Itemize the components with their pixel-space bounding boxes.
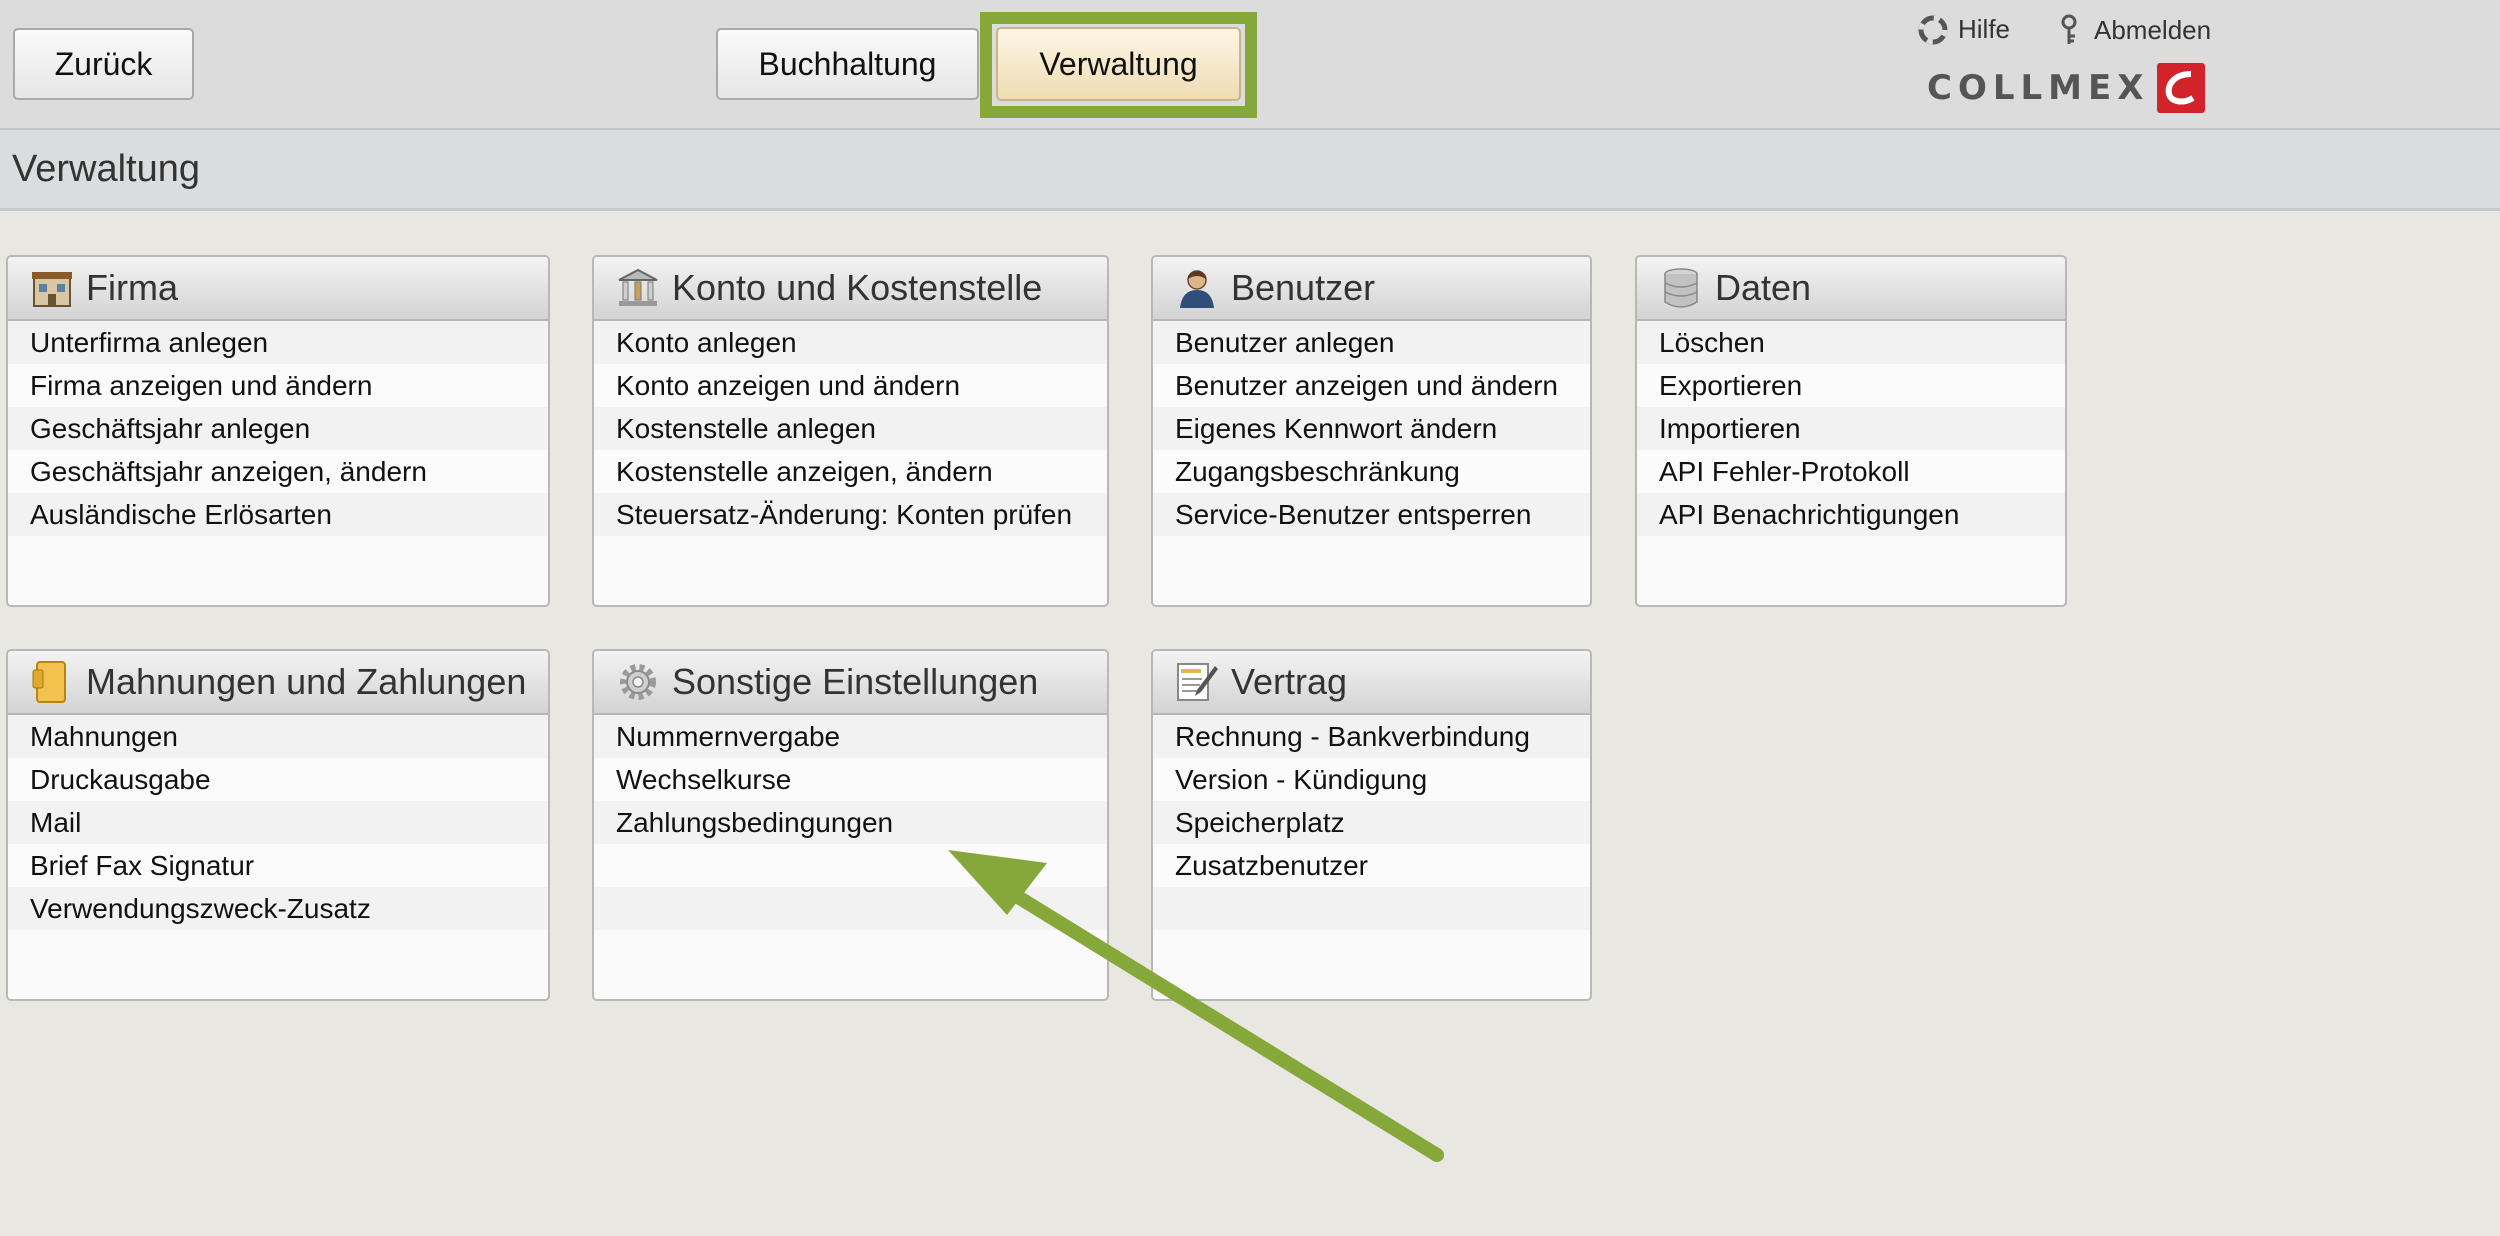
menu-item-mahnungen[interactable]: Mahnungen <box>8 715 548 758</box>
menu-item-kennwort-aendern[interactable]: Eigenes Kennwort ändern <box>1153 407 1590 450</box>
menu-item-loeschen[interactable]: Löschen <box>1637 321 2065 364</box>
menu-item-geschaeftsjahr-anlegen[interactable]: Geschäftsjahr anlegen <box>8 407 548 450</box>
menu-item-empty <box>1153 887 1590 930</box>
menu-item-brief-fax-signatur[interactable]: Brief Fax Signatur <box>8 844 548 887</box>
menu-item-api-benachrichtigungen[interactable]: API Benachrichtigungen <box>1637 493 2065 536</box>
menu-item-konto-anzeigen[interactable]: Konto anzeigen und ändern <box>594 364 1107 407</box>
panel-header: Daten <box>1637 257 2065 321</box>
help-link[interactable]: Hilfe <box>1918 14 2010 45</box>
menu-item-speicherplatz[interactable]: Speicherplatz <box>1153 801 1590 844</box>
menu-item-firma-anzeigen[interactable]: Firma anzeigen und ändern <box>8 364 548 407</box>
menu-item-zusatzbenutzer[interactable]: Zusatzbenutzer <box>1153 844 1590 887</box>
panel-mahnungen-zahlungen: Mahnungen und Zahlungen Mahnungen Drucka… <box>6 649 550 1001</box>
panel-konto-kostenstelle: Konto und Kostenstelle Konto anlegen Kon… <box>592 255 1109 607</box>
panel-menu: Löschen Exportieren Importieren API Fehl… <box>1637 321 2065 536</box>
panel-header: Sonstige Einstellungen <box>594 651 1107 715</box>
page-title: Verwaltung <box>12 148 201 190</box>
menu-item-mail[interactable]: Mail <box>8 801 548 844</box>
menu-item-service-benutzer[interactable]: Service-Benutzer entsperren <box>1153 493 1590 536</box>
menu-item-importieren[interactable]: Importieren <box>1637 407 2065 450</box>
menu-item-wechselkurse[interactable]: Wechselkurse <box>594 758 1107 801</box>
panel-firma: Firma Unterfirma anlegen Firma anzeigen … <box>6 255 550 607</box>
key-icon <box>2061 14 2077 44</box>
folder-icon <box>30 660 74 704</box>
panel-daten: Daten Löschen Exportieren Importieren AP… <box>1635 255 2067 607</box>
panel-header: Konto und Kostenstelle <box>594 257 1107 321</box>
tab-verwaltung[interactable]: Verwaltung <box>996 27 1241 101</box>
panel-menu: Konto anlegen Konto anzeigen und ändern … <box>594 321 1107 536</box>
panel-benutzer: Benutzer Benutzer anlegen Benutzer anzei… <box>1151 255 1592 607</box>
panel-vertrag: Vertrag Rechnung - Bankverbindung Versio… <box>1151 649 1592 1001</box>
panel-title: Konto und Kostenstelle <box>672 267 1043 308</box>
panel-title: Firma <box>86 267 178 308</box>
panel-title: Sonstige Einstellungen <box>672 661 1039 702</box>
panel-header: Benutzer <box>1153 257 1590 321</box>
tab-buchhaltung[interactable]: Buchhaltung <box>716 28 979 100</box>
menu-item-auslaendische-erloesarten[interactable]: Ausländische Erlösarten <box>8 493 548 536</box>
building-icon <box>30 266 74 310</box>
panel-menu: Benutzer anlegen Benutzer anzeigen und ä… <box>1153 321 1590 536</box>
top-toolbar: Zurück Buchhaltung Verwaltung Hilfe Abme… <box>0 0 2500 130</box>
menu-item-empty <box>594 844 1107 887</box>
panel-menu: Mahnungen Druckausgabe Mail Brief Fax Si… <box>8 715 548 930</box>
panel-header: Firma <box>8 257 548 321</box>
menu-item-kostenstelle-anzeigen[interactable]: Kostenstelle anzeigen, ändern <box>594 450 1107 493</box>
menu-item-druckausgabe[interactable]: Druckausgabe <box>8 758 548 801</box>
panel-sonstige-einstellungen: Sonstige Einstellungen Nummernvergabe We… <box>592 649 1109 1001</box>
panel-menu: Nummernvergabe Wechselkurse Zahlungsbedi… <box>594 715 1107 930</box>
menu-item-api-fehler-protokoll[interactable]: API Fehler-Protokoll <box>1637 450 2065 493</box>
menu-item-steuersatz-aenderung[interactable]: Steuersatz-Änderung: Konten prüfen <box>594 493 1107 536</box>
help-label: Hilfe <box>1958 14 2011 44</box>
collmex-logo: COLLMEX <box>1927 62 2206 114</box>
menu-item-zugangsbeschraenkung[interactable]: Zugangsbeschränkung <box>1153 450 1590 493</box>
logout-link[interactable]: Abmelden <box>2060 14 2211 46</box>
menu-item-benutzer-anzeigen[interactable]: Benutzer anzeigen und ändern <box>1153 364 1590 407</box>
panel-header: Vertrag <box>1153 651 1590 715</box>
menu-item-exportieren[interactable]: Exportieren <box>1637 364 2065 407</box>
menu-item-unterfirma-anlegen[interactable]: Unterfirma anlegen <box>8 321 548 364</box>
panel-title: Benutzer <box>1231 267 1376 308</box>
logo-text: COLLMEX <box>1927 68 2150 108</box>
menu-item-kostenstelle-anlegen[interactable]: Kostenstelle anlegen <box>594 407 1107 450</box>
menu-item-zahlungsbedingungen[interactable]: Zahlungsbedingungen <box>594 801 1107 844</box>
logo-mark-icon <box>2157 63 2206 113</box>
menu-item-verwendungszweck-zusatz[interactable]: Verwendungszweck-Zusatz <box>8 887 548 930</box>
user-icon <box>1175 266 1219 310</box>
panel-menu: Unterfirma anlegen Firma anzeigen und än… <box>8 321 548 536</box>
menu-item-empty <box>594 887 1107 930</box>
lifebuoy-icon <box>1918 15 1948 44</box>
menu-item-version-kuendigung[interactable]: Version - Kündigung <box>1153 758 1590 801</box>
database-icon <box>1659 266 1703 310</box>
menu-item-konto-anlegen[interactable]: Konto anlegen <box>594 321 1107 364</box>
page-header: Verwaltung <box>0 130 2500 211</box>
logout-label: Abmelden <box>2094 14 2212 45</box>
menu-item-rechnung-bankverbindung[interactable]: Rechnung - Bankverbindung <box>1153 715 1590 758</box>
panel-header: Mahnungen und Zahlungen <box>8 651 548 715</box>
bank-icon <box>616 266 660 310</box>
gear-icon <box>616 660 660 704</box>
panel-title: Mahnungen und Zahlungen <box>86 661 527 702</box>
panel-title: Vertrag <box>1231 661 1348 702</box>
panel-title: Daten <box>1715 267 1812 308</box>
panel-menu: Rechnung - Bankverbindung Version - Künd… <box>1153 715 1590 930</box>
menu-item-geschaeftsjahr-anzeigen[interactable]: Geschäftsjahr anzeigen, ändern <box>8 450 548 493</box>
menu-item-nummernvergabe[interactable]: Nummernvergabe <box>594 715 1107 758</box>
back-button[interactable]: Zurück <box>13 28 194 100</box>
contract-icon <box>1175 660 1219 704</box>
menu-item-benutzer-anlegen[interactable]: Benutzer anlegen <box>1153 321 1590 364</box>
